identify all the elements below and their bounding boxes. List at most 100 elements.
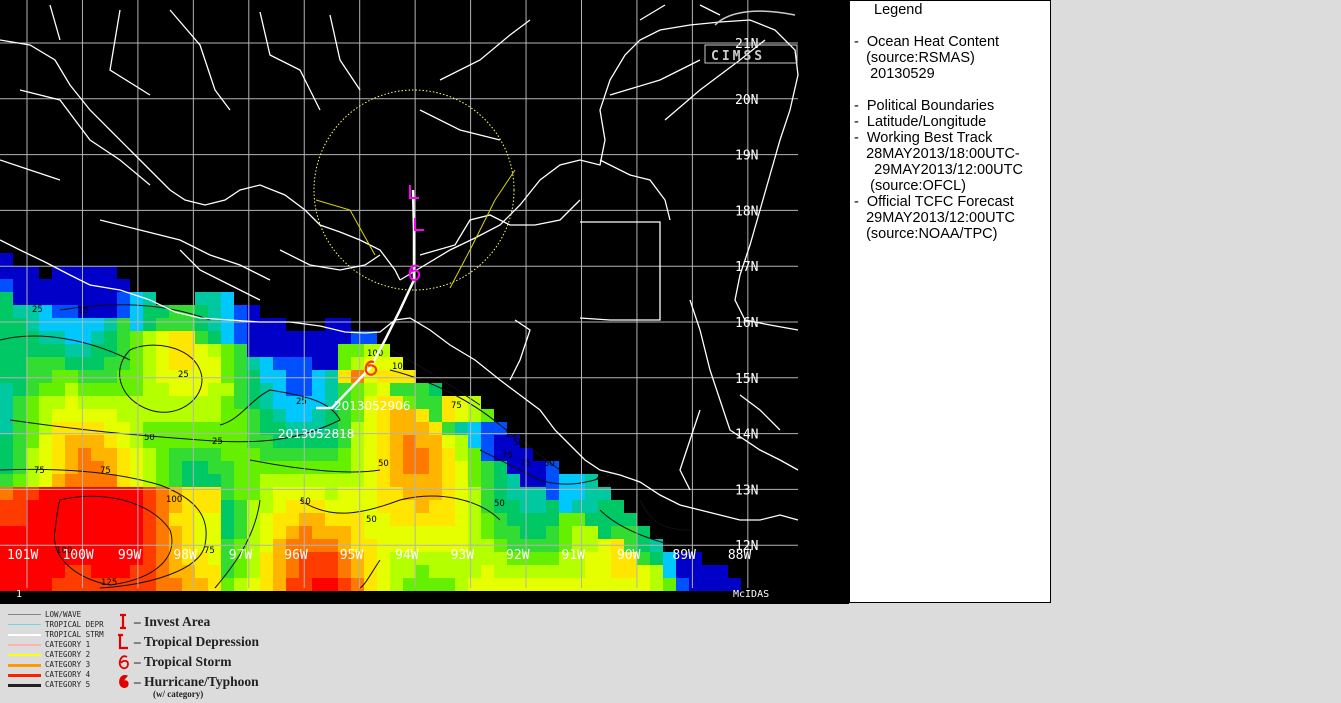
ohc-cell <box>364 422 377 435</box>
ohc-cell <box>78 513 91 526</box>
ohc-cell <box>130 318 143 331</box>
ohc-cell <box>260 448 273 461</box>
ohc-cell <box>221 461 234 474</box>
ohc-cell <box>533 526 546 539</box>
ohc-cell <box>429 552 442 565</box>
ohc-cell <box>481 500 494 513</box>
ohc-cell <box>364 474 377 487</box>
ohc-cell <box>507 565 520 578</box>
ohc-cell <box>234 396 247 409</box>
ohc-cell <box>494 565 507 578</box>
ohc-cell <box>78 409 91 422</box>
ohc-cell <box>221 331 234 344</box>
ohc-cell <box>273 461 286 474</box>
ohc-cell <box>0 448 13 461</box>
ohc-cell <box>117 409 130 422</box>
ohc-cell <box>13 318 26 331</box>
ohc-cell <box>13 396 26 409</box>
track-key-row: CATEGORY 2 <box>8 650 108 660</box>
ohc-cell <box>26 331 39 344</box>
ohc-cell <box>156 383 169 396</box>
ohc-cell <box>286 344 299 357</box>
ohc-cell <box>91 565 104 578</box>
ohc-cell <box>637 565 650 578</box>
ohc-cell <box>299 409 312 422</box>
symbol-key-label: – Tropical Storm <box>134 654 232 669</box>
ohc-cell <box>377 500 390 513</box>
ohc-cell <box>143 383 156 396</box>
ohc-cell <box>416 383 429 396</box>
legend-line: 29MAY2013/12:00UTC <box>854 210 1015 226</box>
ohc-cell <box>143 357 156 370</box>
ohc-cell <box>260 396 273 409</box>
ohc-cell <box>559 474 572 487</box>
ohc-cell <box>195 318 208 331</box>
ohc-cell <box>416 396 429 409</box>
ohc-cell <box>429 526 442 539</box>
ohc-cell <box>208 500 221 513</box>
ohc-cell <box>481 565 494 578</box>
ohc-cell <box>26 357 39 370</box>
ohc-cell <box>117 448 130 461</box>
ohc-cell <box>234 474 247 487</box>
ohc-cell <box>78 474 91 487</box>
ohc-cell <box>52 513 65 526</box>
ohc-cell <box>325 513 338 526</box>
ohc-cell <box>416 565 429 578</box>
track-key-label: TROPICAL DEPR <box>45 620 104 629</box>
ohc-cell <box>403 435 416 448</box>
ohc-cell <box>455 422 468 435</box>
ohc-cell <box>0 474 13 487</box>
ohc-cell <box>26 279 39 292</box>
ohc-cell <box>169 474 182 487</box>
ohc-cell <box>442 578 455 591</box>
ohc-cell <box>0 578 13 591</box>
track-key-row: CATEGORY 3 <box>8 660 108 670</box>
ohc-cell <box>455 435 468 448</box>
legend-line: - Ocean Heat Content <box>854 34 1000 50</box>
ohc-cell <box>91 331 104 344</box>
track-key-swatch <box>8 674 41 677</box>
ohc-cell <box>559 578 572 591</box>
ohc-cell <box>143 448 156 461</box>
ohc-cell <box>325 370 338 383</box>
ohc-cell <box>91 409 104 422</box>
ohc-cell <box>533 500 546 513</box>
ohc-cell <box>650 565 663 578</box>
ohc-cell <box>585 500 598 513</box>
ohc-cell <box>455 461 468 474</box>
ohc-cell <box>0 500 13 513</box>
ohc-cell <box>208 526 221 539</box>
track-key-row: LOW/WAVE <box>8 610 108 620</box>
ohc-cell <box>442 513 455 526</box>
ohc-cell <box>390 383 403 396</box>
ohc-cell <box>260 409 273 422</box>
ohc-cell <box>312 526 325 539</box>
ohc-cell <box>416 409 429 422</box>
ohc-cell <box>78 565 91 578</box>
ohc-cell <box>611 526 624 539</box>
ohc-cell <box>104 513 117 526</box>
ohc-cell <box>507 474 520 487</box>
ohc-cell <box>546 526 559 539</box>
ohc-cell <box>26 318 39 331</box>
ohc-cell <box>13 370 26 383</box>
ohc-cell <box>234 448 247 461</box>
ohc-cell <box>429 513 442 526</box>
track-label-start: 2013052818 <box>278 427 354 441</box>
ohc-cell <box>598 513 611 526</box>
contour-label: 50 <box>366 515 377 525</box>
legend-line: - Latitude/Longitude <box>854 114 987 130</box>
ohc-cell <box>299 448 312 461</box>
ohc-cell <box>104 370 117 383</box>
ohc-cell <box>390 500 403 513</box>
ohc-cell <box>494 578 507 591</box>
ohc-cell <box>403 526 416 539</box>
ohc-cell <box>208 422 221 435</box>
ohc-cell <box>104 318 117 331</box>
latitude-label: 18N <box>735 204 758 219</box>
ohc-cell <box>26 565 39 578</box>
ohc-cell <box>338 331 351 344</box>
contour-label: 25 <box>655 517 666 527</box>
ohc-cell <box>312 409 325 422</box>
